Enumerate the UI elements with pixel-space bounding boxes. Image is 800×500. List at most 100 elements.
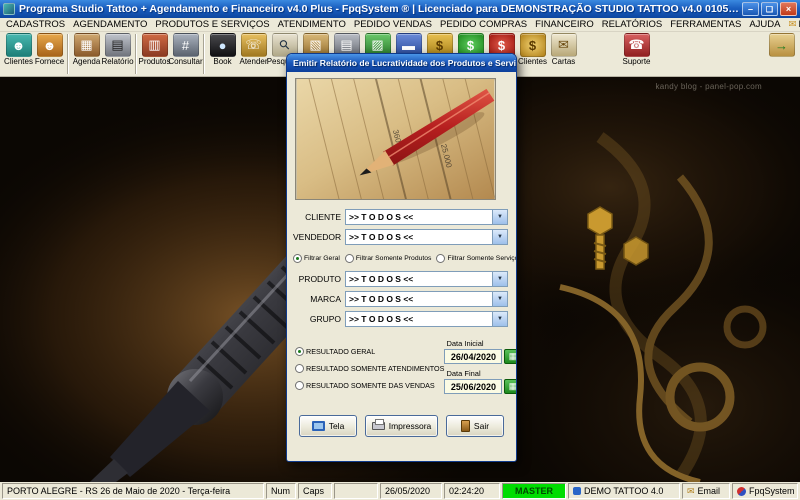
toolbar-item-consultar[interactable]: Consultar [168,33,203,67]
toolbar-item-label: Clientes [518,57,547,66]
exit-icon [768,33,795,57]
toolbar-item-sair[interactable] [766,33,797,67]
toolbar-item-cartas[interactable]: Cartas [548,33,579,67]
status-license: DEMO TATTOO 4.0 [568,483,680,499]
cliente-select[interactable]: >> T O D O S << [345,209,508,225]
marca-select-value: >> T O D O S << [349,294,414,304]
produto-select-value: >> T O D O S << [349,274,414,284]
vendedor-select-value: >> T O D O S << [349,232,414,242]
toolbar-item-fornecedor[interactable]: Fornece [34,33,65,67]
menu-item-ferramentas[interactable]: FERRAMENTAS [666,19,745,30]
toolbar-item-label: Agenda [72,57,101,66]
toolbar-separator [203,34,205,74]
status-location-date: PORTO ALEGRE - RS 26 de Maio de 2020 - T… [2,483,264,499]
menu-item-financeiro[interactable]: FINANCEIRO [531,19,598,30]
grupo-select[interactable]: >> T O D O S << [345,311,508,327]
status-email-label: Email [697,486,721,496]
radio-filtrar-somente-produtos[interactable]: Filtrar Somente Produtos [344,254,432,263]
dialog-titlebar[interactable]: Emitir Relatório de Lucratividade dos Pr… [287,54,516,72]
coins-icon [519,33,546,57]
radio-label: Filtrar Geral [304,255,340,262]
window-title: Programa Studio Tattoo + Agendamento e F… [19,3,742,15]
sair-button[interactable]: Sair [445,415,504,437]
end-date-field[interactable]: 25/06/2020 [444,379,503,394]
toolbar-item-label: Relatório [101,57,134,66]
toolbar-item-label: Suporte [622,57,651,66]
agenda-icon [73,33,100,57]
radio-label: Filtrar Somente Serviços [447,255,517,262]
minimize-button[interactable] [742,2,759,16]
menu-item-cadastros[interactable]: CADASTROS [2,19,69,30]
data-inicial-label: Data Inicial [446,339,484,348]
chevron-down-icon[interactable] [492,230,507,244]
start-date-field[interactable]: 26/04/2020 [444,349,503,364]
supplier-icon [36,33,63,57]
calendar-button-end[interactable] [504,379,516,394]
toolbar-item-agenda[interactable]: Agenda [71,33,102,67]
menu-item-atendimento[interactable]: ATENDIMENTO [274,19,350,30]
ledger-pencil-photo: 360.000 25.000 [295,78,496,200]
status-bar: PORTO ALEGRE - RS 26 de Maio de 2020 - T… [0,482,800,500]
window-titlebar: Programa Studio Tattoo + Agendamento e F… [0,0,800,18]
close-button[interactable] [780,2,797,16]
toolbar-item-clientes[interactable]: Clientes [3,33,34,67]
toolbar-item-label: Clientes [4,57,33,66]
letters-icon [550,33,577,57]
fpqsystem-logo-icon [737,486,746,496]
toolbar-item-relatorio[interactable]: Relatório [101,33,134,67]
toolbar-item-produtos[interactable]: Produtos [138,33,171,67]
toolbar-item-book[interactable]: Book [207,33,238,67]
status-email[interactable]: Email [682,483,730,499]
radio-resultado-somente-das-vendas[interactable]: RESULTADO SOMENTE DAS VENDAS [295,381,444,390]
menu-item-ajuda[interactable]: AJUDA [745,19,784,30]
toolbar-item-clientes-fidelidade[interactable]: Clientes [517,33,548,67]
menu-item-agendamento[interactable]: AGENDAMENTO [69,19,151,30]
chevron-down-icon[interactable] [492,210,507,224]
radio-resultado-geral[interactable]: RESULTADO GERAL [295,347,444,356]
toolbar-item-atender[interactable]: Atender [238,33,269,67]
tela-button[interactable]: Tela [299,415,357,437]
calendar-button-start[interactable] [504,349,516,364]
radio-label: RESULTADO SOMENTE DAS VENDAS [306,381,435,390]
radio-resultado-somente-atendimentos[interactable]: RESULTADO SOMENTE ATENDIMENTOS [295,364,444,373]
license-icon [573,487,581,495]
menu-item-relatorios[interactable]: RELATÓRIOS [598,19,667,30]
email-icon [687,486,695,497]
status-blank [334,483,378,499]
support-icon [623,33,650,57]
maximize-button[interactable] [761,2,778,16]
marca-select[interactable]: >> T O D O S << [345,291,508,307]
lucratividade-report-dialog: Emitir Relatório de Lucratividade dos Pr… [286,53,517,462]
menu-item-email[interactable]: E-MAIL [785,19,800,30]
toolbar-item-label: Produtos [138,57,171,66]
status-license-label: DEMO TATTOO 4.0 [584,486,664,496]
screen-icon [311,421,325,431]
menu-item-pedido-compras[interactable]: PEDIDO COMPRAS [436,19,531,30]
status-num-lock: Num [266,483,296,499]
app-icon [3,3,15,15]
report-icon [104,33,131,57]
wallpaper-credit: kandy blog - panel-pop.com [655,82,762,91]
menu-bar: CADASTROS AGENDAMENTO PRODUTOS E SERVIÇO… [0,18,800,32]
chevron-down-icon[interactable] [492,272,507,286]
produto-select[interactable]: >> T O D O S << [345,271,508,287]
radio-icon [295,347,304,356]
toolbar-item-label: Cartas [551,57,576,66]
menu-item-produtos-servicos[interactable]: PRODUTOS E SERVIÇOS [151,19,273,30]
marca-label: MARCA [310,294,341,304]
radio-label: Filtrar Somente Produtos [355,255,432,262]
radio-icon [293,254,302,263]
menu-item-pedido-vendas[interactable]: PEDIDO VENDAS [350,19,436,30]
status-date: 26/05/2020 [380,483,442,499]
produto-label: PRODUTO [298,274,341,284]
impressora-button[interactable]: Impressora [364,415,439,437]
radio-filtrar-geral[interactable]: Filtrar Geral [293,254,340,263]
cliente-select-value: >> T O D O S << [349,212,414,222]
chevron-down-icon[interactable] [492,292,507,306]
vendedor-select[interactable]: >> T O D O S << [345,229,508,245]
chevron-down-icon[interactable] [492,312,507,326]
toolbar-item-suporte[interactable]: Suporte [621,33,652,67]
radio-filtrar-somente-servicos[interactable]: Filtrar Somente Serviços [436,254,517,263]
grupo-select-value: >> T O D O S << [349,314,414,324]
status-brand: FpqSystem [732,483,798,499]
